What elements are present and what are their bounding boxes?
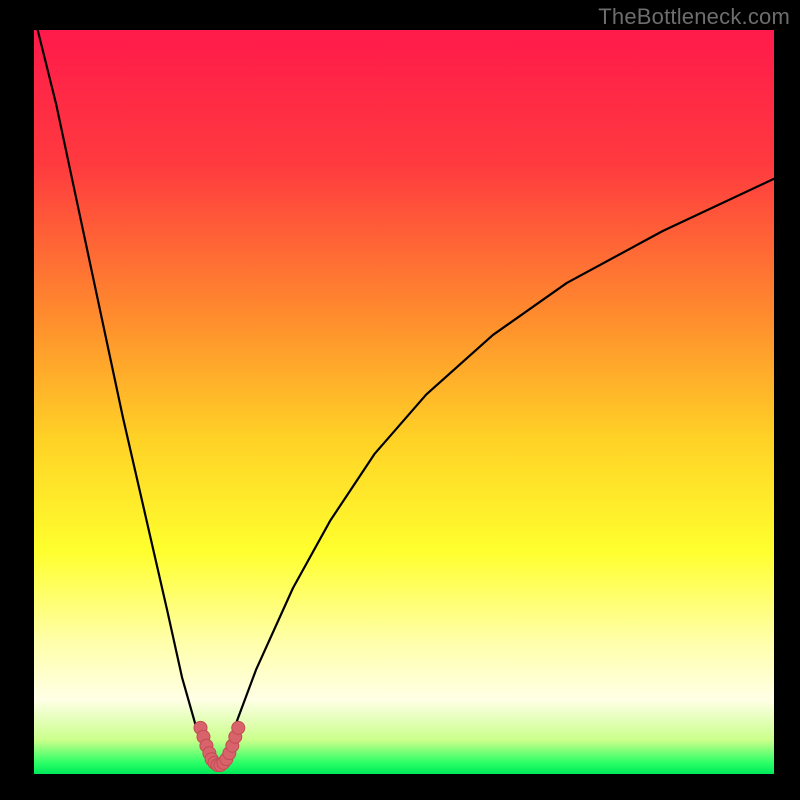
watermark-text: TheBottleneck.com (598, 4, 790, 30)
plot-background (34, 30, 774, 774)
trough-marker (232, 721, 245, 734)
chart-frame: TheBottleneck.com (0, 0, 800, 800)
bottleneck-chart (0, 0, 800, 800)
